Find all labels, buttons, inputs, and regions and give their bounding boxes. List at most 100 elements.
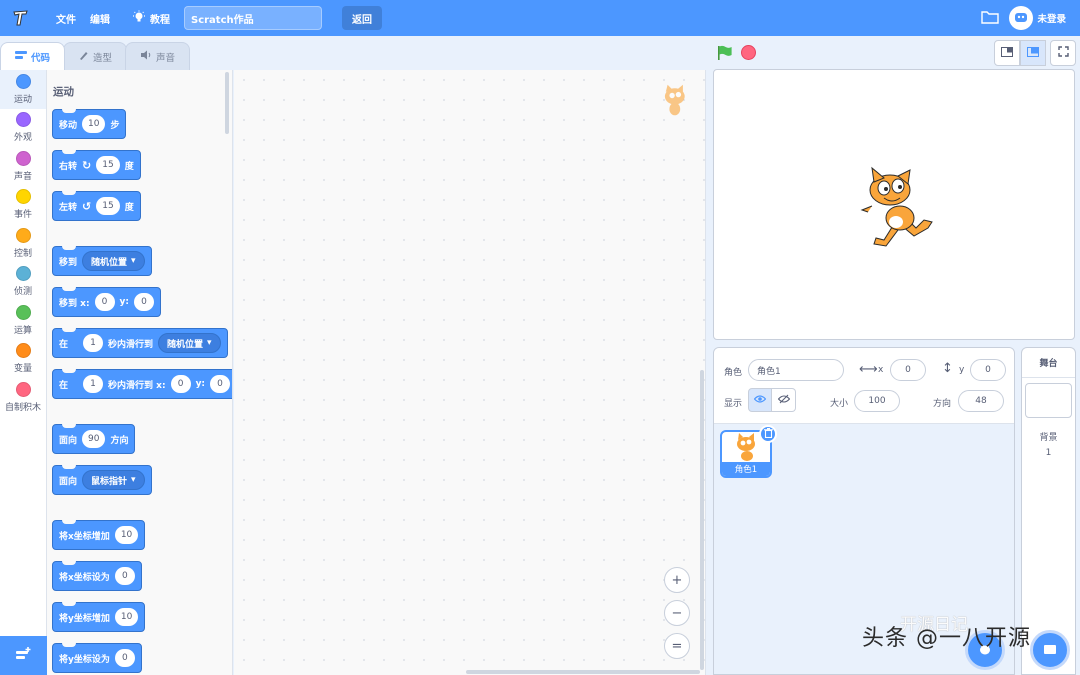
zoom-in-button[interactable]: + (664, 567, 690, 593)
backdrop-count: 1 (1045, 448, 1052, 458)
block-change-x[interactable]: 将x坐标增加 10 (52, 520, 146, 550)
y-input[interactable] (970, 359, 1006, 381)
category-variables[interactable]: 变量 (0, 340, 46, 379)
tab-code[interactable]: 代码 (0, 42, 66, 70)
zoom-reset-icon: = (671, 638, 683, 654)
category-dot-icon (15, 381, 31, 397)
tab-code-label: 代码 (31, 52, 51, 64)
block-change-y[interactable]: 将y坐标增加 10 (52, 602, 146, 632)
add-backdrop-icon (1042, 641, 1058, 660)
category-dot-icon (15, 150, 31, 166)
workspace-horizontal-scrollbar[interactable] (466, 670, 700, 674)
editor-tabs: 代码 造型 声音 (0, 42, 191, 70)
x-input[interactable] (890, 359, 926, 381)
add-extension-button[interactable] (0, 636, 47, 675)
workspace-vertical-scrollbar[interactable] (700, 370, 704, 670)
block-input[interactable]: 0 (134, 293, 155, 311)
block-move-steps[interactable]: 移动 10 步 (52, 109, 127, 139)
block-text: 秒内滑行到 x: (108, 380, 166, 391)
project-title-input[interactable] (184, 6, 322, 30)
category-label: 声音 (13, 171, 32, 182)
stop-icon[interactable] (741, 45, 756, 60)
block-text: 面向 (59, 435, 78, 446)
category-dot-icon (15, 343, 31, 359)
y-arrows-icon: ↕ (942, 361, 953, 376)
add-backdrop-button[interactable] (1030, 630, 1070, 670)
zoom-out-button[interactable]: − (664, 600, 690, 626)
x-arrows-icon: ⟷ (859, 362, 878, 377)
y-label: y (959, 365, 965, 375)
show-button[interactable] (748, 388, 772, 412)
menu-file[interactable]: 文件 (56, 11, 76, 26)
block-turn-left[interactable]: 左转 ↺ 15 度 (52, 191, 141, 221)
menu-tutorials[interactable]: 教程 (132, 10, 170, 27)
block-input[interactable]: 10 (82, 115, 106, 133)
block-input[interactable]: 10 (114, 526, 139, 544)
block-dropdown[interactable]: 鼠标指针 ▾ (82, 470, 145, 490)
category-events[interactable]: 事件 (0, 186, 46, 225)
hide-button[interactable] (772, 388, 796, 412)
block-glide-to[interactable]: 在 1 秒内滑行到 随机位置 ▾ (52, 328, 228, 358)
zoom-reset-button[interactable]: = (664, 633, 690, 659)
folder-icon[interactable] (981, 10, 1000, 27)
category-sound[interactable]: 声音 (0, 147, 46, 186)
tab-sounds[interactable]: 声音 (125, 42, 191, 70)
rotate-right-icon: ↻ (82, 158, 92, 172)
block-dropdown[interactable]: 随机位置 ▾ (158, 333, 221, 353)
block-goto-xy[interactable]: 移到 x: 0 y: 0 (52, 287, 162, 317)
category-label: 运动 (13, 94, 32, 105)
category-operators[interactable]: 运算 (0, 301, 46, 340)
palette-scrollbar[interactable] (225, 72, 229, 134)
category-my-blocks[interactable]: 自制积木 (0, 378, 46, 417)
block-input[interactable]: 15 (96, 156, 120, 174)
block-input[interactable]: 15 (96, 197, 120, 215)
category-looks[interactable]: 外观 (0, 109, 46, 148)
block-text: 方向 (110, 435, 129, 446)
block-goto[interactable]: 移到 随机位置 ▾ (52, 246, 152, 276)
block-point-direction[interactable]: 面向 90 方向 (52, 424, 136, 454)
block-text: 移动 (59, 120, 78, 131)
block-input[interactable]: 1 (83, 375, 104, 393)
tab-costumes[interactable]: 造型 (63, 42, 128, 70)
block-input[interactable]: 0 (94, 293, 115, 311)
direction-input[interactable] (958, 390, 1004, 412)
block-input[interactable]: 0 (170, 375, 191, 393)
delete-sprite-button[interactable] (759, 425, 777, 443)
backdrop-thumbnail[interactable] (1025, 383, 1072, 418)
account-label[interactable]: 未登录 (1037, 11, 1066, 25)
cat-sprite-icon[interactable] (854, 166, 938, 252)
block-glide-xy[interactable]: 在 1 秒内滑行到 x: 0 y: 0 (52, 369, 232, 399)
speaker-icon (140, 50, 152, 63)
category-motion[interactable]: 运动 (0, 70, 46, 109)
block-input[interactable]: 90 (82, 430, 106, 448)
block-dropdown[interactable]: 随机位置 ▾ (82, 251, 145, 271)
size-label: 大小 (830, 399, 849, 409)
sprite-tile-label: 角色1 (722, 462, 770, 476)
small-stage-button[interactable] (994, 40, 1020, 66)
block-text: 秒内滑行到 (108, 339, 154, 350)
green-flag-icon[interactable] (716, 44, 734, 65)
block-text: 步 (110, 120, 120, 131)
block-input[interactable]: 0 (210, 375, 231, 393)
category-sensing[interactable]: 侦测 (0, 263, 46, 302)
block-input[interactable]: 10 (114, 608, 139, 626)
sprite-name-input[interactable] (748, 359, 844, 381)
script-workspace[interactable]: + − = (234, 70, 706, 675)
large-stage-button[interactable] (1020, 40, 1046, 66)
stage-canvas[interactable] (713, 69, 1075, 340)
block-text: 右转 (59, 161, 78, 172)
fullscreen-button[interactable] (1050, 40, 1076, 66)
block-point-towards[interactable]: 面向 鼠标指针 ▾ (52, 465, 152, 495)
block-set-x[interactable]: 将x坐标设为 0 (52, 561, 142, 591)
menu-edit[interactable]: 编辑 (90, 11, 110, 26)
back-button[interactable]: 返回 (342, 6, 382, 30)
block-input[interactable]: 0 (114, 567, 135, 585)
block-set-y[interactable]: 将y坐标设为 0 (52, 643, 142, 673)
size-input[interactable] (854, 390, 900, 412)
scratch-logo-icon[interactable] (10, 7, 32, 29)
block-input[interactable]: 1 (83, 334, 104, 352)
account-avatar[interactable] (1009, 6, 1034, 30)
category-control[interactable]: 控制 (0, 224, 46, 263)
block-turn-right[interactable]: 右转 ↻ 15 度 (52, 150, 141, 180)
block-input[interactable]: 0 (114, 649, 135, 667)
